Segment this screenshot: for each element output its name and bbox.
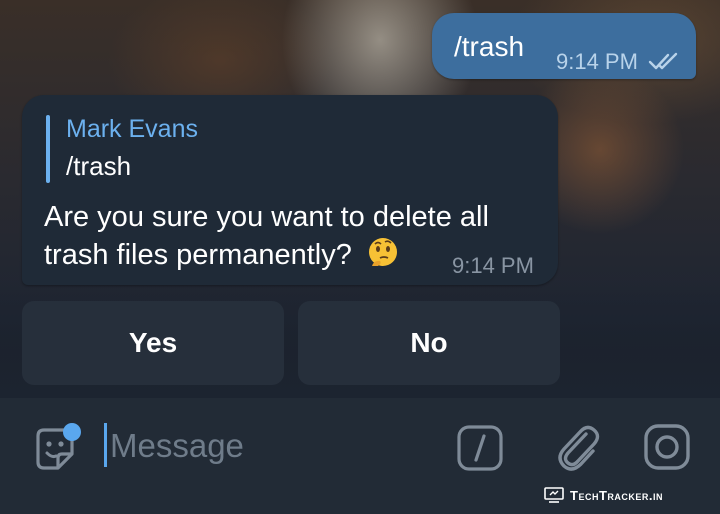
reply-author-name[interactable]: Mark Evans: [66, 115, 198, 144]
outgoing-message-text: /trash: [454, 31, 525, 62]
outgoing-message-bubble[interactable]: /trash 9:14 PM: [432, 13, 696, 79]
no-button[interactable]: No: [298, 301, 560, 385]
watermark: TechTracker.in: [544, 484, 663, 506]
thinking-face-icon: [368, 238, 397, 266]
attach-icon[interactable]: [552, 420, 602, 474]
text-cursor: [104, 423, 107, 467]
monitor-logo-icon: [544, 487, 564, 503]
message-input[interactable]: [110, 424, 430, 468]
command-icon[interactable]: [456, 424, 504, 472]
notification-dot: [63, 423, 81, 441]
reply-quote-bar: [46, 115, 50, 183]
watermark-text: TechTracker.in: [570, 487, 663, 503]
incoming-message-time: 9:14 PM: [452, 253, 534, 278]
reply-quoted-text[interactable]: /trash: [66, 151, 131, 182]
incoming-message-bubble[interactable]: Mark Evans /trash Are you sure you want …: [22, 95, 558, 285]
incoming-message-body: Are you sure you want to delete all tras…: [44, 201, 489, 271]
camera-icon[interactable]: [642, 422, 692, 472]
outgoing-message-time: 9:14 PM: [556, 49, 638, 74]
yes-button[interactable]: Yes: [22, 301, 284, 385]
double-check-icon: [648, 52, 678, 70]
